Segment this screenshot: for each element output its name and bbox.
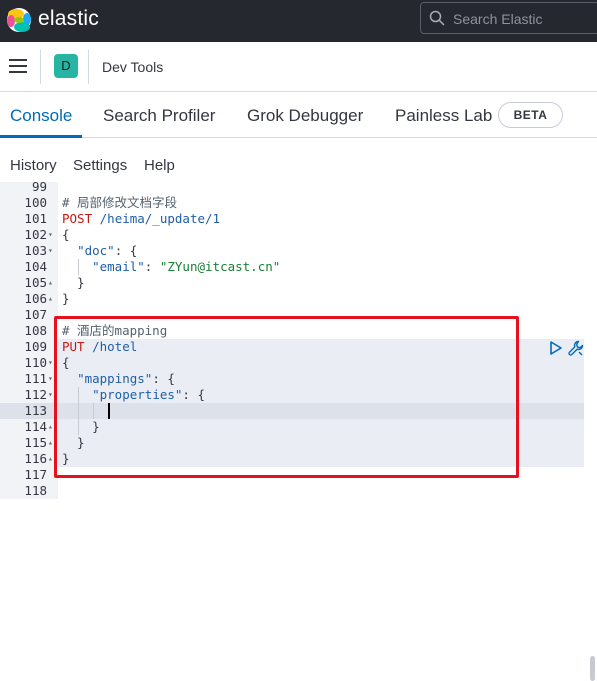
code-text: "properties": { xyxy=(92,387,205,402)
code-text: # 酒店的mapping xyxy=(62,323,168,338)
search-icon xyxy=(429,10,445,26)
code-line[interactable]: 117 xyxy=(0,467,597,483)
space-avatar[interactable]: D xyxy=(54,54,78,78)
fold-open-icon[interactable]: ▾ xyxy=(48,387,56,403)
line-number: 99 xyxy=(31,179,47,194)
code-line[interactable]: 106 ▴} xyxy=(0,291,597,307)
divider xyxy=(40,50,41,84)
top-nav-bar: elastic Search Elastic xyxy=(0,0,597,42)
history-link[interactable]: History xyxy=(10,157,57,174)
code-line[interactable]: 115 ▴ } xyxy=(0,435,597,451)
tab-console[interactable]: Console xyxy=(10,106,72,126)
code-text: "email": "ZYun@itcast.cn" xyxy=(92,259,281,274)
code-line[interactable]: 114 ▴ } xyxy=(0,419,597,435)
line-number: 108 xyxy=(24,323,47,338)
code-text: { xyxy=(62,227,70,242)
code-line[interactable]: 104 "email": "ZYun@itcast.cn" xyxy=(0,259,597,275)
fold-open-icon[interactable]: ▾ xyxy=(48,371,56,387)
code-line[interactable]: 100 # 局部修改文档字段 xyxy=(0,195,597,211)
divider xyxy=(88,50,89,84)
text-cursor xyxy=(108,403,110,419)
menu-icon[interactable] xyxy=(9,59,27,73)
settings-link[interactable]: Settings xyxy=(73,157,127,174)
code-text: { xyxy=(62,355,70,370)
code-line[interactable]: 101 POST /heima/_update/1 xyxy=(0,211,597,227)
app-header: D Dev Tools xyxy=(0,42,597,92)
line-number: 100 xyxy=(24,195,47,210)
code-text: } xyxy=(62,451,70,466)
line-number: 104 xyxy=(24,259,47,274)
line-number: 103 xyxy=(24,243,47,258)
code-line[interactable]: 116 ▴} xyxy=(0,451,597,467)
code-line[interactable]: 108 # 酒店的mapping xyxy=(0,323,597,339)
fold-open-icon[interactable]: ▾ xyxy=(48,355,56,371)
line-number: 106 xyxy=(24,291,47,306)
fold-close-icon[interactable]: ▴ xyxy=(48,275,56,291)
brand-name: elastic xyxy=(38,7,99,30)
code-line[interactable]: 109 PUT /hotel xyxy=(0,339,597,355)
code-line[interactable]: 118 xyxy=(0,483,597,499)
fold-close-icon[interactable]: ▴ xyxy=(48,451,56,467)
line-number: 118 xyxy=(24,483,47,498)
line-number: 101 xyxy=(24,211,47,226)
code-text: } xyxy=(62,435,85,450)
fold-open-icon[interactable]: ▾ xyxy=(48,227,56,243)
code-text: } xyxy=(62,419,100,434)
indent-guide xyxy=(78,259,79,275)
line-number: 110 xyxy=(24,355,47,370)
console-editor[interactable]: 99 100 # 局部修改文档字段 101 POST /heima/_update/1 1… xyxy=(0,179,597,681)
help-link[interactable]: Help xyxy=(144,157,175,174)
code-text: } xyxy=(62,275,85,290)
line-number: 115 xyxy=(24,435,47,450)
code-text: } xyxy=(62,291,70,306)
line-number: 111 xyxy=(24,371,47,386)
global-search-input[interactable]: Search Elastic xyxy=(420,2,597,34)
line-number: 107 xyxy=(24,307,47,322)
fold-open-icon[interactable]: ▾ xyxy=(48,243,56,259)
tab-grok-debugger[interactable]: Grok Debugger xyxy=(247,106,363,126)
line-number: 109 xyxy=(24,339,47,354)
fold-close-icon[interactable]: ▴ xyxy=(48,291,56,307)
line-number: 112 xyxy=(24,387,47,402)
dev-tools-tabs: Console Search Profiler Grok Debugger Pa… xyxy=(0,93,597,138)
elastic-logo-icon[interactable] xyxy=(6,7,32,33)
code-line[interactable]: 110 ▾ { xyxy=(0,355,597,371)
fold-close-icon[interactable]: ▴ xyxy=(48,435,56,451)
code-text: PUT /hotel xyxy=(62,339,138,354)
tab-search-profiler[interactable]: Search Profiler xyxy=(103,106,215,126)
line-number: 116 xyxy=(24,451,47,466)
console-menu: History Settings Help xyxy=(0,138,597,182)
code-line[interactable]: 111 ▾ "mappings": { xyxy=(0,371,597,387)
code-line[interactable]: 102 ▾ { xyxy=(0,227,597,243)
run-request-icon[interactable] xyxy=(549,341,563,355)
indent-guide xyxy=(78,387,79,435)
editor-scrollbar[interactable] xyxy=(590,656,595,681)
code-line[interactable]: 112 ▾ "properties": { xyxy=(0,387,597,403)
code-text: POST /heima/_update/1 xyxy=(62,211,221,226)
breadcrumb[interactable]: Dev Tools xyxy=(102,59,163,75)
line-number: 105 xyxy=(24,275,47,290)
tab-painless-lab[interactable]: Painless Lab xyxy=(395,106,492,126)
line-number: 102 xyxy=(24,227,47,242)
code-line[interactable]: 99 xyxy=(0,179,597,195)
line-number: 114 xyxy=(24,419,47,434)
code-line[interactable]: 113 xyxy=(0,403,597,419)
code-text: # 局部修改文档字段 xyxy=(62,195,178,210)
line-number: 117 xyxy=(24,467,47,482)
code-text: "mappings": { xyxy=(77,371,175,386)
line-number: 113 xyxy=(24,403,47,418)
code-text: "doc": { xyxy=(77,243,138,258)
code-line[interactable]: 103 ▾ "doc": { xyxy=(0,243,597,259)
indent-guide xyxy=(93,403,94,419)
code-line[interactable]: 105 ▴ } xyxy=(0,275,597,291)
code-line[interactable]: 107 xyxy=(0,307,597,323)
wrench-icon[interactable] xyxy=(568,340,584,356)
search-placeholder: Search Elastic xyxy=(453,11,543,27)
fold-close-icon[interactable]: ▴ xyxy=(48,419,56,435)
beta-badge: BETA xyxy=(498,102,563,128)
